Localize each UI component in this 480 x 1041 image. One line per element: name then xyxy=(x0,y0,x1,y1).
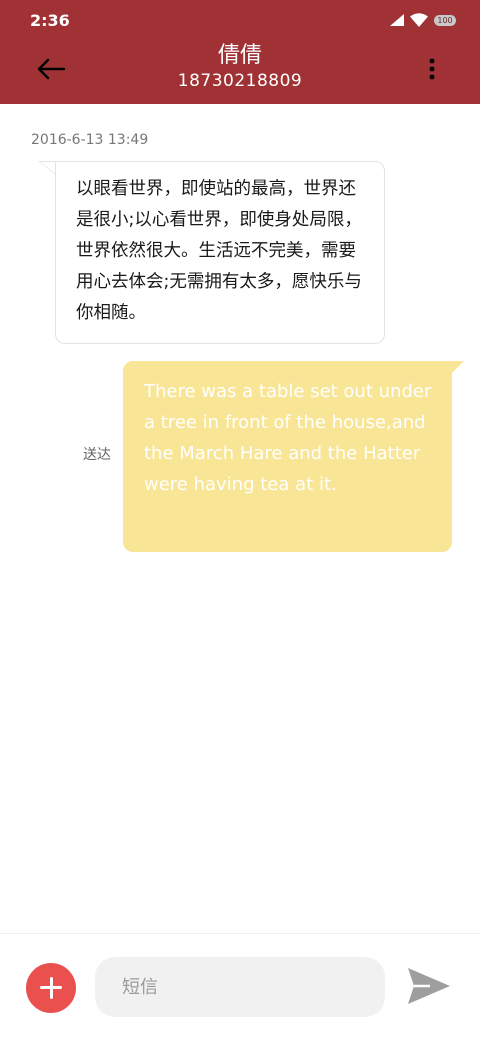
add-attachment-button[interactable] xyxy=(26,963,76,1013)
send-icon xyxy=(408,968,450,1004)
more-options-button[interactable] xyxy=(422,56,442,82)
contact-title: 倩倩 18730218809 xyxy=(120,42,360,92)
incoming-bubble-tail-fill xyxy=(40,162,56,174)
incoming-message-text: 以眼看世界，即使站的最高，世界还是很小;以心看世界，即使身处局限，世界依然很大。… xyxy=(76,179,362,323)
battery-icon: 100 xyxy=(434,14,456,26)
outgoing-message-text: There was a table set out under a tree i… xyxy=(144,381,432,495)
wifi-icon xyxy=(410,13,428,27)
contact-name: 倩倩 xyxy=(217,43,262,68)
arrow-left-icon xyxy=(37,58,66,80)
outgoing-bubble-tail xyxy=(452,361,464,373)
signal-icon xyxy=(390,14,404,26)
message-input[interactable] xyxy=(95,957,385,1017)
send-button[interactable] xyxy=(406,966,452,1006)
incoming-message-bubble[interactable]: 以眼看世界，即使站的最高，世界还是很小;以心看世界，即使身处局限，世界依然很大。… xyxy=(55,161,385,344)
back-button[interactable] xyxy=(34,54,68,84)
status-time: 2:36 xyxy=(30,11,70,30)
more-vertical-icon xyxy=(429,58,435,80)
status-icons: 100 xyxy=(390,12,456,28)
message-timestamp: 2016-6-13 13:49 xyxy=(31,132,149,148)
delivery-status: 送达 xyxy=(83,447,111,463)
contact-phone-number: 18730218809 xyxy=(177,71,303,91)
app-header: 2:36 100 倩倩 18730218809 xyxy=(0,0,480,104)
outgoing-message-bubble[interactable]: There was a table set out under a tree i… xyxy=(123,361,452,552)
